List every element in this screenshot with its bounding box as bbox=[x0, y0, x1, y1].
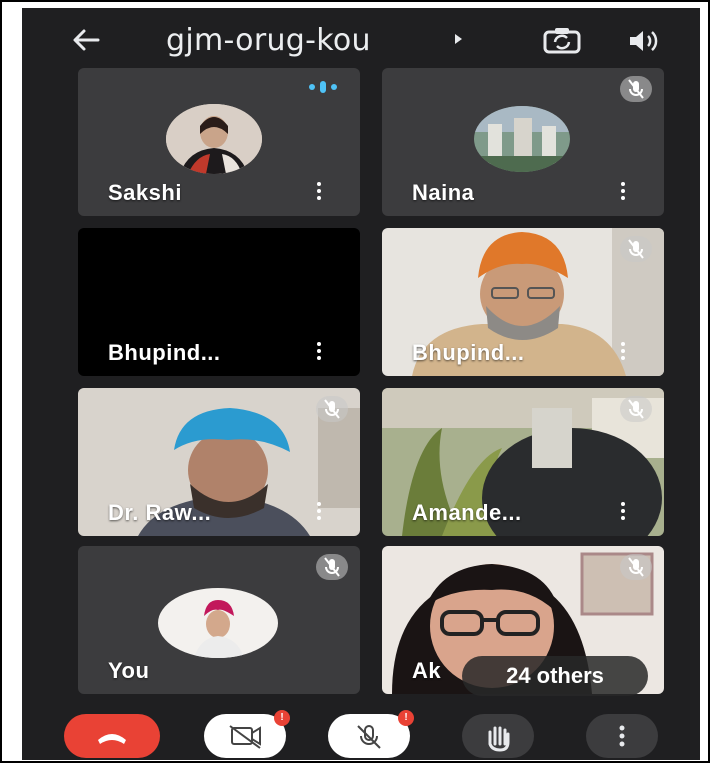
mic-off-icon bbox=[620, 76, 652, 102]
more-options-button[interactable] bbox=[586, 714, 658, 758]
participant-tile[interactable]: Amande... bbox=[382, 388, 664, 536]
end-call-button[interactable] bbox=[64, 714, 160, 758]
participant-tile[interactable]: Bhupind... bbox=[382, 228, 664, 376]
more-vert-icon[interactable] bbox=[316, 502, 322, 522]
camera-toggle-button[interactable]: ! bbox=[204, 710, 290, 758]
avatar bbox=[158, 588, 278, 658]
avatar bbox=[474, 106, 570, 172]
top-bar: gjm-orug-kou bbox=[22, 8, 700, 70]
participant-name: Dr. Raw... bbox=[108, 500, 212, 525]
raise-hand-button[interactable] bbox=[462, 714, 534, 758]
others-count-button[interactable]: 24 others bbox=[462, 656, 648, 696]
avatar bbox=[166, 104, 262, 174]
more-vert-icon[interactable] bbox=[620, 502, 626, 522]
mic-off-icon bbox=[620, 396, 652, 422]
alert-badge: ! bbox=[274, 710, 290, 726]
participant-name: Ak bbox=[412, 658, 442, 683]
camera-switch-icon[interactable] bbox=[542, 26, 582, 56]
speaking-indicator-icon bbox=[306, 80, 342, 94]
participant-name: Sakshi bbox=[108, 180, 182, 205]
meet-screen: gjm-orug-kou Sakshi Naina Bhupind... Bhu… bbox=[22, 8, 700, 760]
participant-name: Bhupind... bbox=[412, 340, 525, 365]
raise-hand-icon bbox=[488, 726, 510, 752]
participant-tile[interactable]: You bbox=[78, 546, 360, 694]
meeting-code[interactable]: gjm-orug-kou bbox=[166, 23, 371, 58]
more-vert-icon[interactable] bbox=[620, 342, 626, 362]
participant-name: You bbox=[108, 658, 150, 683]
participant-tile[interactable]: Bhupind... bbox=[78, 228, 360, 376]
more-vert-icon[interactable] bbox=[620, 182, 626, 202]
mic-off-icon bbox=[316, 396, 348, 422]
participant-tile[interactable]: Sakshi bbox=[78, 68, 360, 216]
participant-name: Bhupind... bbox=[108, 340, 221, 365]
alert-badge: ! bbox=[398, 710, 414, 726]
mic-off-icon bbox=[620, 236, 652, 262]
speaker-icon[interactable] bbox=[626, 26, 662, 56]
phone-hangup-icon bbox=[98, 734, 126, 744]
more-vert-icon[interactable] bbox=[316, 182, 322, 202]
chevron-right-icon[interactable] bbox=[455, 34, 462, 44]
arrow-left-icon[interactable] bbox=[68, 22, 104, 58]
more-vert-icon bbox=[619, 725, 625, 747]
participant-name: Amande... bbox=[412, 500, 522, 525]
participant-tile[interactable]: Dr. Raw... bbox=[78, 388, 360, 536]
participant-name: Naina bbox=[412, 180, 475, 205]
participant-tile[interactable]: Naina bbox=[382, 68, 664, 216]
mic-off-icon bbox=[620, 554, 652, 580]
more-vert-icon[interactable] bbox=[316, 342, 322, 362]
screenshot-frame: gjm-orug-kou Sakshi Naina Bhupind... Bhu… bbox=[0, 0, 710, 763]
mic-off-icon bbox=[316, 554, 348, 580]
mic-toggle-button[interactable]: ! bbox=[328, 710, 414, 758]
